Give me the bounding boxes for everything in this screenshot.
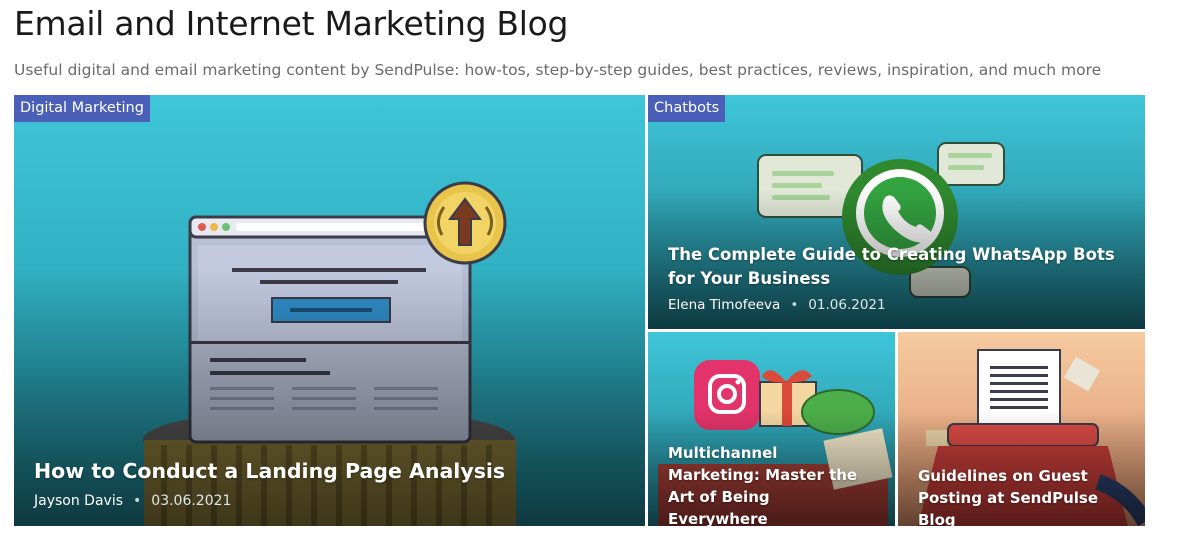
post-card-guest-posting[interactable]: Guidelines on Guest Posting at SendPulse… [898,332,1145,526]
post-title[interactable]: The Complete Guide to Creating WhatsApp … [668,243,1128,291]
category-badge[interactable]: Chatbots [648,95,726,122]
post-card-multichannel-marketing[interactable]: Multichannel Marketing: Master the Art o… [648,332,895,526]
post-author[interactable]: Jayson Davis [34,493,123,509]
page-subtitle: Useful digital and email marketing conte… [14,61,1102,79]
card-shade [14,267,645,526]
award-medal-icon [423,181,507,265]
post-date: 01.06.2021 [808,297,886,313]
category-badge[interactable]: Digital Marketing [14,95,150,122]
post-meta: Elena Timofeeva • 01.06.2021 [668,297,886,313]
meta-separator-dot: • [133,493,142,509]
post-meta: Jayson Davis • 03.06.2021 [34,493,231,509]
post-title[interactable]: Multichannel Marketing: Master the Art o… [668,442,868,526]
post-card-whatsapp-bots[interactable]: Chatbots The Complete Guide to Creating … [648,95,1145,329]
post-date: 03.06.2021 [151,493,232,509]
meta-separator-dot: • [790,297,799,313]
page-title: Email and Internet Marketing Blog [14,4,569,43]
featured-post-card-landing-page[interactable]: Digital Marketing How to Conduct a Landi… [14,95,645,526]
post-title[interactable]: Guidelines on Guest Posting at SendPulse… [918,465,1128,526]
post-author[interactable]: Elena Timofeeva [668,297,780,313]
post-title[interactable]: How to Conduct a Landing Page Analysis [34,458,624,484]
